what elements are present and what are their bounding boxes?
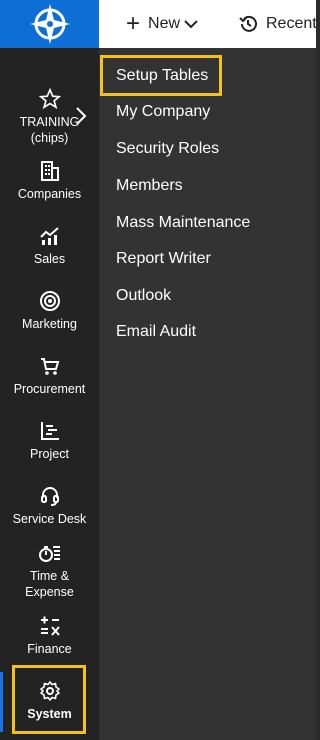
stopwatch-icon [38, 546, 60, 562]
menu-item-security-roles[interactable]: Security Roles [116, 139, 219, 159]
nav-label-sales: Sales [33, 252, 66, 266]
menu-item-my-company[interactable]: My Company [116, 102, 210, 122]
nav-label-marketing: Marketing [22, 317, 77, 331]
nav-item-time-expense[interactable]: Time & Expense [0, 542, 99, 600]
nav-item-companies[interactable]: Companies [0, 160, 99, 202]
nav-label-finance: Finance [27, 642, 72, 656]
nav-item-training[interactable]: TRAINING (chips) [0, 88, 99, 146]
nav-label-training: TRAINING (chips) [19, 115, 80, 145]
chart-icon [39, 227, 59, 245]
new-label: New [148, 15, 181, 32]
star-icon [38, 88, 61, 110]
headset-icon [40, 487, 59, 506]
menu-item-members[interactable]: Members [116, 176, 183, 196]
system-flyout-menu: Setup Tables My Company Security Roles M… [99, 48, 316, 740]
app-logo[interactable] [0, 0, 99, 48]
history-icon [239, 15, 257, 32]
nav-item-sales[interactable]: Sales [0, 225, 99, 267]
nav-label-time-expense: Time & Expense [25, 569, 74, 599]
plus-icon: + [126, 10, 141, 37]
recent-button[interactable]: Recent [238, 0, 317, 48]
building-icon [40, 161, 59, 181]
menu-item-mass-maintenance[interactable]: Mass Maintenance [116, 213, 250, 233]
nav-label-service-desk: Service Desk [12, 512, 87, 526]
calculator-icon [40, 616, 60, 636]
nav-label-companies: Companies [17, 187, 82, 201]
nav-item-project[interactable]: Project [0, 420, 99, 462]
recent-label: Recent [266, 15, 317, 32]
top-bar: + New Recent [0, 0, 317, 48]
target-icon [39, 291, 60, 311]
setup-tables-highlight-box [100, 55, 222, 96]
menu-item-outlook[interactable]: Outlook [116, 286, 171, 306]
compass-logo-icon [29, 4, 70, 44]
menu-item-report-writer[interactable]: Report Writer [116, 249, 211, 269]
nav-item-finance[interactable]: Finance [0, 615, 99, 657]
nav-item-procurement[interactable]: Procurement [0, 355, 99, 397]
cart-icon [40, 358, 59, 375]
nav-label-project: Project [30, 447, 69, 461]
menu-item-email-audit[interactable]: Email Audit [116, 322, 196, 342]
nav-item-marketing[interactable]: Marketing [0, 290, 99, 332]
nav-label-procurement: Procurement [13, 382, 86, 396]
chevron-down-icon [184, 20, 198, 29]
nav-item-service-desk[interactable]: Service Desk [0, 485, 99, 527]
new-button[interactable]: + New [126, 0, 198, 48]
system-highlight-box [12, 665, 86, 734]
project-icon [40, 422, 59, 440]
